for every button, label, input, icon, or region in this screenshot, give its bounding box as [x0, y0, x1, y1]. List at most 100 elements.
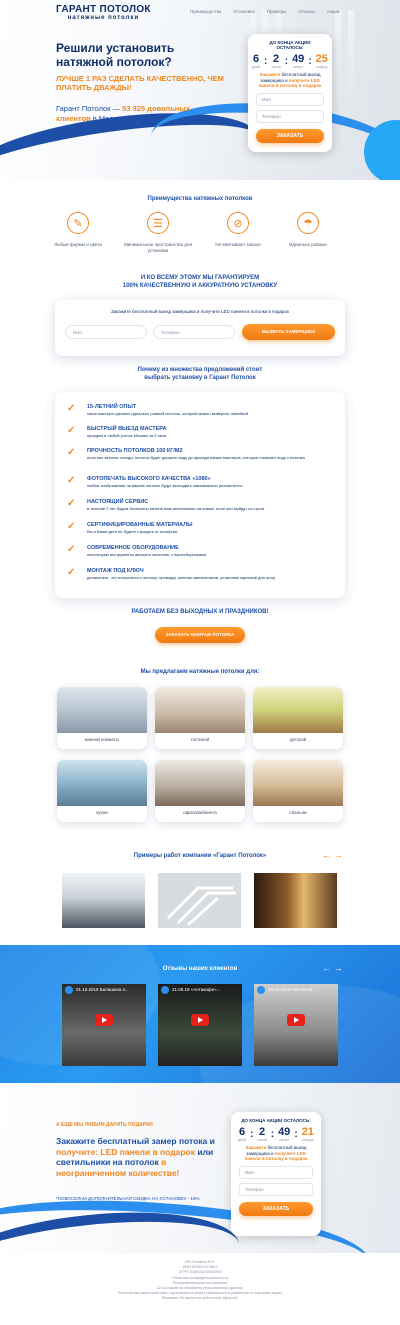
separator: : — [284, 55, 289, 67]
room-image — [155, 760, 245, 806]
guarantee-line1: И КО ВСЕМУ ЭТОМУ МЫ ГАРАНТИРУЕМ — [140, 275, 260, 281]
room-image — [57, 687, 147, 733]
benefit-text: если вас затопят соседи, потолок будет д… — [87, 454, 305, 460]
room-label: офиса/кабинета — [183, 810, 217, 815]
footer: ИП Осипков В.Ф. ИНН 503307474661 ОГРН 31… — [0, 1260, 400, 1302]
check-icon: ✓ — [67, 425, 76, 436]
arrow-left-icon[interactable]: ← — [322, 964, 331, 973]
timer-offer: Закажите бесплатный выезд замерщика и по… — [239, 1145, 313, 1162]
list-item: ✓ СЕРТИФИЦИРОВАННЫЕ МАТЕРИАЛЫ Вы и Ваши де… — [67, 522, 337, 534]
timer-card-bottom: до конца акции осталось: 6 дней : 2 часов … — [231, 1112, 321, 1236]
phone-input[interactable]: Телефон — [153, 325, 235, 339]
nav-item-examples[interactable]: Примеры — [267, 9, 287, 14]
hours-unit: часов — [257, 1138, 267, 1142]
play-icon[interactable] — [287, 1014, 305, 1026]
benefits-list: ✓ 15-ЛЕТНИЙ ОПЫТ наши мастера сделают идеа… — [55, 392, 345, 598]
palette-icon: ✎ — [67, 212, 89, 234]
promo-note: *НОВОСЕЛАМ ДОПОЛНИТЕЛЬНАЯ СКИДКА НА УСТА… — [56, 1196, 200, 1201]
room-image — [253, 760, 343, 806]
review-video[interactable]: 01.10.2018 Балашиха 4... — [62, 984, 146, 1066]
review-video[interactable]: 15.04.2019 Натяжной ... — [254, 984, 338, 1066]
list-item: ✓ СОВРЕМЕННОЕ ОБОРУДОВАНИЕ используем инст… — [67, 545, 337, 557]
order-button[interactable]: ЗАКАЗАТЬ — [239, 1201, 313, 1216]
hero-slogan: ЛУЧШЕ 1 РАЗ СДЕЛАТЬ КАЧЕСТВЕННО, ЧЕМ ПЛА… — [56, 74, 224, 92]
footer-disclaimer: Реклама. Не является публичной офертой. — [161, 1296, 239, 1301]
avatar — [161, 986, 169, 994]
advantage-item: ☂ Идеально ровные — [268, 212, 348, 248]
list-item: ✓ МОНТАЖ ПОД КЛЮЧ делаем все, что относить… — [67, 568, 337, 580]
minutes-unit: минут — [279, 1138, 290, 1142]
timer-offer: Закажите бесплатный выезд замерщика и по… — [256, 72, 324, 89]
promo-heading: Закажите бесплатный замер потока и получ… — [56, 1136, 226, 1178]
minutes-unit: минут — [293, 65, 304, 69]
order-install-button[interactable]: ЗАКАЗАТЬ МОНТАЖ ПОТОЛКА — [155, 627, 245, 643]
nav-item-promo[interactable]: Акции — [327, 9, 340, 14]
room-label: спальни — [289, 810, 307, 815]
benefit-text: Вы и Ваши дети не будете страдать от алл… — [87, 528, 178, 534]
check-icon: ✓ — [67, 447, 76, 458]
logo[interactable]: ГАРАНТ ПОТОЛОК натяжные потолки — [56, 4, 151, 21]
list-item: ✓ БЫСТРЫЙ ВЫЕЗД МАСТЕРА приедем в любой уг… — [67, 426, 337, 438]
arrow-left-icon[interactable]: ← — [322, 851, 331, 860]
check-icon: ✓ — [67, 403, 76, 414]
video-title: 15.04.2019 Натяжной ... — [268, 987, 318, 992]
curtain-decor — [335, 10, 341, 130]
advantages-title: Преимущества натяжных потолков — [147, 196, 253, 202]
guarantee-line2: 100% КАЧЕСТВЕННУЮ И АККУРАТНУЮ УСТАНОВКУ — [122, 283, 278, 289]
list-item: ✓ 15-ЛЕТНИЙ ОПЫТ наши мастера сделают идеа… — [67, 404, 337, 416]
check-icon: ✓ — [67, 567, 76, 578]
separator: : — [264, 55, 268, 67]
benefit-text: наши мастера сделают идеально ровный пот… — [87, 410, 248, 416]
call-measurer-button[interactable]: ВЫЗВАТЬ ЗАМЕРЩИКА — [242, 324, 335, 340]
video-title: 21.09.18 «Антикафе»... — [172, 987, 221, 992]
list-item: ✓ НАСТОЯЩИЙ СЕРВИС в течение 2 лет будем б… — [67, 499, 337, 511]
advantage-item: ⊘ Не впитывают запахи — [198, 212, 278, 248]
top-nav: Преимущества Установка Примеры Отзывы Ак… — [190, 9, 339, 14]
room-card-bedroom[interactable]: спальни — [253, 760, 343, 822]
landing-page: { "header": { "logo_line1": "ГАРАНТ ПОТО… — [0, 0, 400, 1325]
review-video[interactable]: 21.09.18 «Антикафе»... — [158, 984, 242, 1066]
example-photo — [254, 873, 337, 928]
phone-input[interactable]: Телефон — [239, 1182, 313, 1196]
arrow-right-icon[interactable]: → — [334, 851, 343, 860]
avatar — [257, 986, 265, 994]
timer-title: до конца акции осталось: — [269, 40, 311, 50]
hours-value: 2 — [272, 53, 280, 65]
benefit-text: делаем все, что относиться к потолку: пр… — [87, 574, 276, 580]
countdown-hours: 2 часов — [271, 53, 280, 69]
light-lines-graphic — [166, 886, 236, 927]
example-photo — [62, 873, 145, 928]
name-input[interactable]: Имя — [256, 92, 324, 106]
separator: : — [308, 55, 312, 67]
name-input[interactable]: Имя — [239, 1165, 313, 1179]
countdown-seconds: 21 секунд — [302, 1126, 314, 1142]
room-image — [57, 760, 147, 806]
room-label: гостиной — [190, 737, 210, 742]
room-card-living[interactable]: гостиной — [155, 687, 245, 749]
hours-value: 2 — [258, 1126, 266, 1138]
order-button[interactable]: ЗАКАЗАТЬ — [256, 128, 324, 143]
play-icon[interactable] — [95, 1014, 113, 1026]
hero-section: ГАРАНТ ПОТОЛОК натяжные потолки Преимуще… — [0, 0, 400, 180]
no-smell-icon: ⊘ — [227, 212, 249, 234]
nav-item-install[interactable]: Установка — [233, 9, 254, 14]
room-label: детской — [289, 737, 307, 742]
benefit-text: в течение 2 лет будем бесплатно менять в… — [87, 505, 264, 511]
room-card-kids[interactable]: детской — [253, 687, 343, 749]
name-input[interactable]: Имя — [65, 325, 147, 339]
work-days-text: РАБОТАЕМ БЕЗ ВЫХОДНЫХ И ПРАЗДНИКОВ! — [131, 609, 269, 615]
advantage-item: ✎ Любые формы и цвета — [38, 212, 118, 248]
nav-item-reviews[interactable]: Отзывы — [298, 9, 314, 14]
arrow-right-icon[interactable]: → — [334, 964, 343, 973]
room-card-kitchen[interactable]: кухни — [57, 760, 147, 822]
list-item: ✓ ПРОЧНОСТЬ ПОТОЛКОВ 100 КГ/М2 если вас за… — [67, 448, 337, 460]
countdown-minutes: 49 минут — [292, 53, 304, 69]
phone-input[interactable]: Телефон — [256, 109, 324, 123]
hours-unit: часов — [271, 65, 281, 69]
play-icon[interactable] — [191, 1014, 209, 1026]
promo-accent: получите: LED панели в подарок — [56, 1146, 196, 1157]
room-card-bathroom[interactable]: ванной комнаты — [57, 687, 147, 749]
room-card-office[interactable]: офиса/кабинета — [155, 760, 245, 822]
nav-item-advantages[interactable]: Преимущества — [190, 9, 221, 14]
video-title: 01.10.2018 Балашиха 4... — [76, 987, 129, 992]
